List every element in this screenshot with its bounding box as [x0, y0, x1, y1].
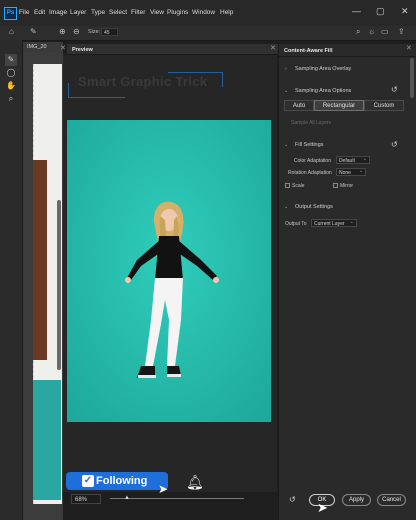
teal-floor: [33, 380, 61, 500]
check-icon: ✓: [82, 475, 94, 487]
menu-layer[interactable]: Layer: [70, 9, 86, 16]
hand-icon[interactable]: ✋: [5, 80, 17, 92]
search-icon[interactable]: ⌕: [356, 27, 360, 37]
menu-edit[interactable]: Edit: [34, 9, 45, 16]
menu-select[interactable]: Select: [109, 9, 127, 16]
menu-type[interactable]: Type: [91, 9, 105, 16]
preview-tab[interactable]: Preview: [72, 47, 93, 53]
color-adaptation-label: Color Adaptation: [294, 158, 331, 164]
add-brush-icon[interactable]: ⊕: [59, 27, 66, 36]
bell-icon[interactable]: 🔔︎: [186, 474, 204, 491]
size-label: Size:: [88, 29, 101, 35]
menu-window[interactable]: Window: [192, 9, 215, 16]
cabinet-shape: [33, 160, 47, 360]
preview-tab-bar: [67, 44, 281, 55]
section-fill-settings[interactable]: Fill Settings: [295, 142, 323, 148]
lightbulb-icon[interactable]: ☼: [368, 27, 375, 36]
close-window-button[interactable]: ✕: [401, 6, 409, 17]
preview-photo[interactable]: [67, 120, 271, 422]
woman-figure: [67, 120, 271, 422]
menu-plugins[interactable]: Plugins: [167, 9, 188, 16]
chevron-down-icon[interactable]: ⌄: [284, 88, 288, 94]
share-icon[interactable]: ⇪: [398, 27, 405, 36]
segment-auto[interactable]: Auto: [284, 100, 314, 111]
segment-custom[interactable]: Custom: [364, 100, 404, 111]
app-logo[interactable]: Ps: [4, 7, 17, 20]
section-sampling-options[interactable]: Sampling Area Options: [295, 88, 351, 94]
zoom-slider-thumb[interactable]: ▲: [124, 495, 130, 501]
menu-image[interactable]: Image: [49, 9, 67, 16]
minimize-button[interactable]: —: [352, 6, 361, 16]
home-icon[interactable]: ⌂: [9, 27, 14, 36]
chevron-down-icon[interactable]: ⌄: [284, 204, 288, 210]
section-sampling-overlay[interactable]: Sampling Area Overlay: [295, 66, 351, 72]
section-output-settings[interactable]: Output Settings: [295, 204, 333, 210]
scale-label: Scale: [292, 183, 305, 189]
menu-file[interactable]: File: [19, 9, 29, 16]
document-scrollbar[interactable]: [57, 200, 61, 370]
apply-button[interactable]: Apply: [342, 494, 371, 506]
rotation-adaptation-label: Rotation Adaptation: [288, 170, 332, 176]
panel-divider: [279, 56, 416, 57]
output-to-select[interactable]: Current Layer: [311, 218, 357, 227]
chevron-down-icon[interactable]: ⌄: [284, 142, 288, 148]
document-tab[interactable]: IMG_20: [23, 42, 63, 52]
lasso-icon[interactable]: ◯: [5, 67, 17, 79]
reset-icon[interactable]: ↺: [391, 85, 398, 94]
zoom-field[interactable]: 68%: [71, 494, 101, 504]
tool-panel: [0, 40, 23, 520]
color-adaptation-select[interactable]: Default: [336, 155, 370, 164]
segment-rectangular[interactable]: Rectangular: [314, 100, 364, 111]
cancel-button[interactable]: Cancel: [377, 494, 406, 506]
menu-help[interactable]: Help: [220, 9, 233, 16]
watermark-text: Smart Graphic Trick: [78, 74, 208, 89]
output-to-label: Output To: [285, 221, 307, 227]
sample-all-layers-label: Sample All Layers: [291, 120, 332, 126]
workspace-icon[interactable]: ▭: [381, 27, 389, 36]
subtract-brush-icon[interactable]: ⊖: [73, 27, 80, 36]
zoom-slider-track[interactable]: [110, 498, 244, 499]
mirror-label: Mirror: [340, 183, 354, 189]
panel-close-icon[interactable]: ✕: [406, 44, 412, 52]
menu-filter[interactable]: Filter: [131, 9, 145, 16]
menu-view[interactable]: View: [150, 9, 164, 16]
preview-close-icon[interactable]: ✕: [270, 44, 276, 52]
mirror-checkbox[interactable]: [333, 183, 338, 188]
panel-title: Content-Aware Fill: [284, 48, 333, 54]
cursor-icon: ➤: [158, 482, 169, 496]
brush-tool-icon[interactable]: ✎: [5, 54, 17, 66]
reset-icon[interactable]: ↺: [289, 495, 296, 504]
content-aware-fill-panel: [278, 44, 416, 520]
size-input[interactable]: 45: [101, 28, 118, 36]
brush-icon[interactable]: ✎: [30, 27, 37, 36]
chevron-right-icon[interactable]: ›: [285, 66, 287, 72]
maximize-button[interactable]: ▢: [376, 6, 385, 17]
panel-scrollbar[interactable]: [410, 58, 414, 98]
zoom-icon[interactable]: ⌕: [5, 93, 17, 105]
doc-close-icon[interactable]: ✕: [60, 44, 66, 52]
scale-checkbox[interactable]: [285, 183, 290, 188]
reset-icon[interactable]: ↺: [391, 140, 398, 149]
rotation-adaptation-select[interactable]: None: [336, 167, 366, 176]
cursor-icon: ➤: [317, 500, 328, 515]
